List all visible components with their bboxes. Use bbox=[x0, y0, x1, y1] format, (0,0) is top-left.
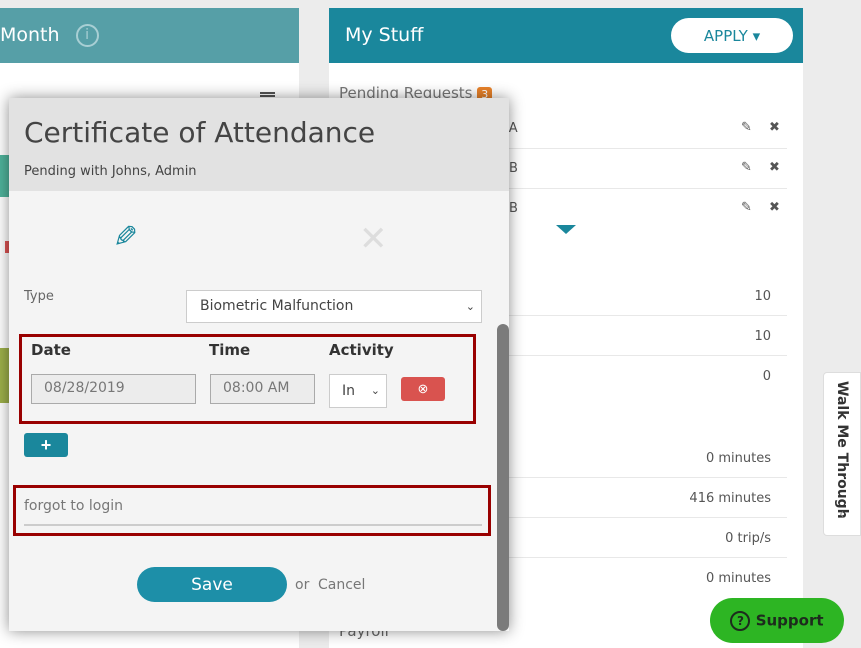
stat-value: 0 minutes bbox=[705, 451, 771, 466]
edit-icon[interactable]: ✎ bbox=[741, 200, 752, 215]
remove-circle-icon: ⊗ bbox=[417, 381, 429, 396]
time-input[interactable]: 08:00 AM bbox=[210, 374, 315, 404]
expand-caret-icon[interactable] bbox=[556, 225, 576, 234]
color-bar bbox=[0, 155, 9, 197]
modal-subtitle: Pending with Johns, Admin bbox=[24, 164, 197, 179]
chevron-down-icon: ⌄ bbox=[465, 300, 475, 313]
color-bar bbox=[0, 348, 9, 403]
my-stuff-header: My Stuff APPLY ▾ bbox=[329, 8, 803, 63]
cancel-link[interactable]: Cancel bbox=[318, 577, 365, 593]
remove-entry-button[interactable]: ⊗ bbox=[401, 377, 445, 401]
modal-title: Certificate of Attendance bbox=[24, 116, 376, 149]
date-label: Date bbox=[31, 341, 71, 359]
chevron-down-icon: ⌄ bbox=[370, 384, 380, 397]
reason-value: forgot to login bbox=[24, 498, 124, 514]
walk-me-through-tab[interactable]: Walk Me Through ‹ bbox=[823, 372, 861, 536]
row-text: B bbox=[509, 201, 518, 216]
pencil-icon[interactable]: ✎ bbox=[113, 220, 138, 255]
apply-label: APPLY bbox=[703, 26, 748, 45]
edit-icon[interactable]: ✎ bbox=[741, 160, 752, 175]
info-icon[interactable]: i bbox=[75, 24, 99, 47]
delete-icon[interactable]: ✖ bbox=[769, 120, 780, 135]
caret-down-icon: ▾ bbox=[752, 26, 761, 45]
left-card-header: Month i bbox=[0, 8, 299, 63]
stat-value: 0 bbox=[762, 369, 771, 384]
left-card-title: Month bbox=[0, 24, 60, 46]
walk-me-through-label: Walk Me Through bbox=[834, 381, 850, 519]
menu-icon[interactable] bbox=[260, 92, 275, 97]
stat-value: 10 bbox=[754, 289, 771, 304]
date-input[interactable]: 08/28/2019 bbox=[31, 374, 196, 404]
support-button[interactable]: ? Support bbox=[710, 598, 844, 643]
modal-header: Certificate of Attendance Pending with J… bbox=[9, 98, 509, 191]
edit-icon[interactable]: ✎ bbox=[741, 120, 752, 135]
chevron-left-icon: ‹ bbox=[839, 507, 845, 522]
reason-input[interactable]: forgot to login bbox=[24, 493, 482, 526]
activity-select[interactable]: In ⌄ bbox=[329, 374, 387, 408]
time-label: Time bbox=[209, 341, 251, 359]
row-text: B bbox=[509, 161, 518, 176]
type-select-value: Biometric Malfunction bbox=[200, 298, 354, 314]
type-label: Type bbox=[24, 289, 54, 304]
plus-icon: + bbox=[40, 435, 52, 455]
close-x-icon[interactable]: ✕ bbox=[359, 222, 388, 256]
support-label: Support bbox=[755, 611, 824, 629]
type-select[interactable]: Biometric Malfunction ⌄ bbox=[186, 290, 482, 323]
stat-value: 416 minutes bbox=[689, 491, 771, 506]
or-label: or bbox=[295, 577, 310, 593]
modal-scrollbar[interactable] bbox=[497, 324, 509, 631]
my-stuff-title: My Stuff bbox=[345, 24, 424, 46]
certificate-modal: Certificate of Attendance Pending with J… bbox=[9, 98, 509, 631]
save-label: Save bbox=[191, 574, 233, 595]
apply-button[interactable]: APPLY ▾ bbox=[671, 18, 793, 53]
help-circle-icon: ? bbox=[730, 610, 751, 631]
activity-label: Activity bbox=[329, 341, 394, 359]
delete-icon[interactable]: ✖ bbox=[769, 200, 780, 215]
save-button[interactable]: Save bbox=[137, 567, 287, 602]
add-entry-button[interactable]: + bbox=[24, 433, 68, 457]
delete-icon[interactable]: ✖ bbox=[769, 160, 780, 175]
stat-value: 0 trip/s bbox=[725, 531, 771, 546]
stat-value: 0 minutes bbox=[705, 571, 771, 586]
activity-value: In bbox=[342, 383, 356, 399]
stat-value: 10 bbox=[754, 329, 771, 344]
